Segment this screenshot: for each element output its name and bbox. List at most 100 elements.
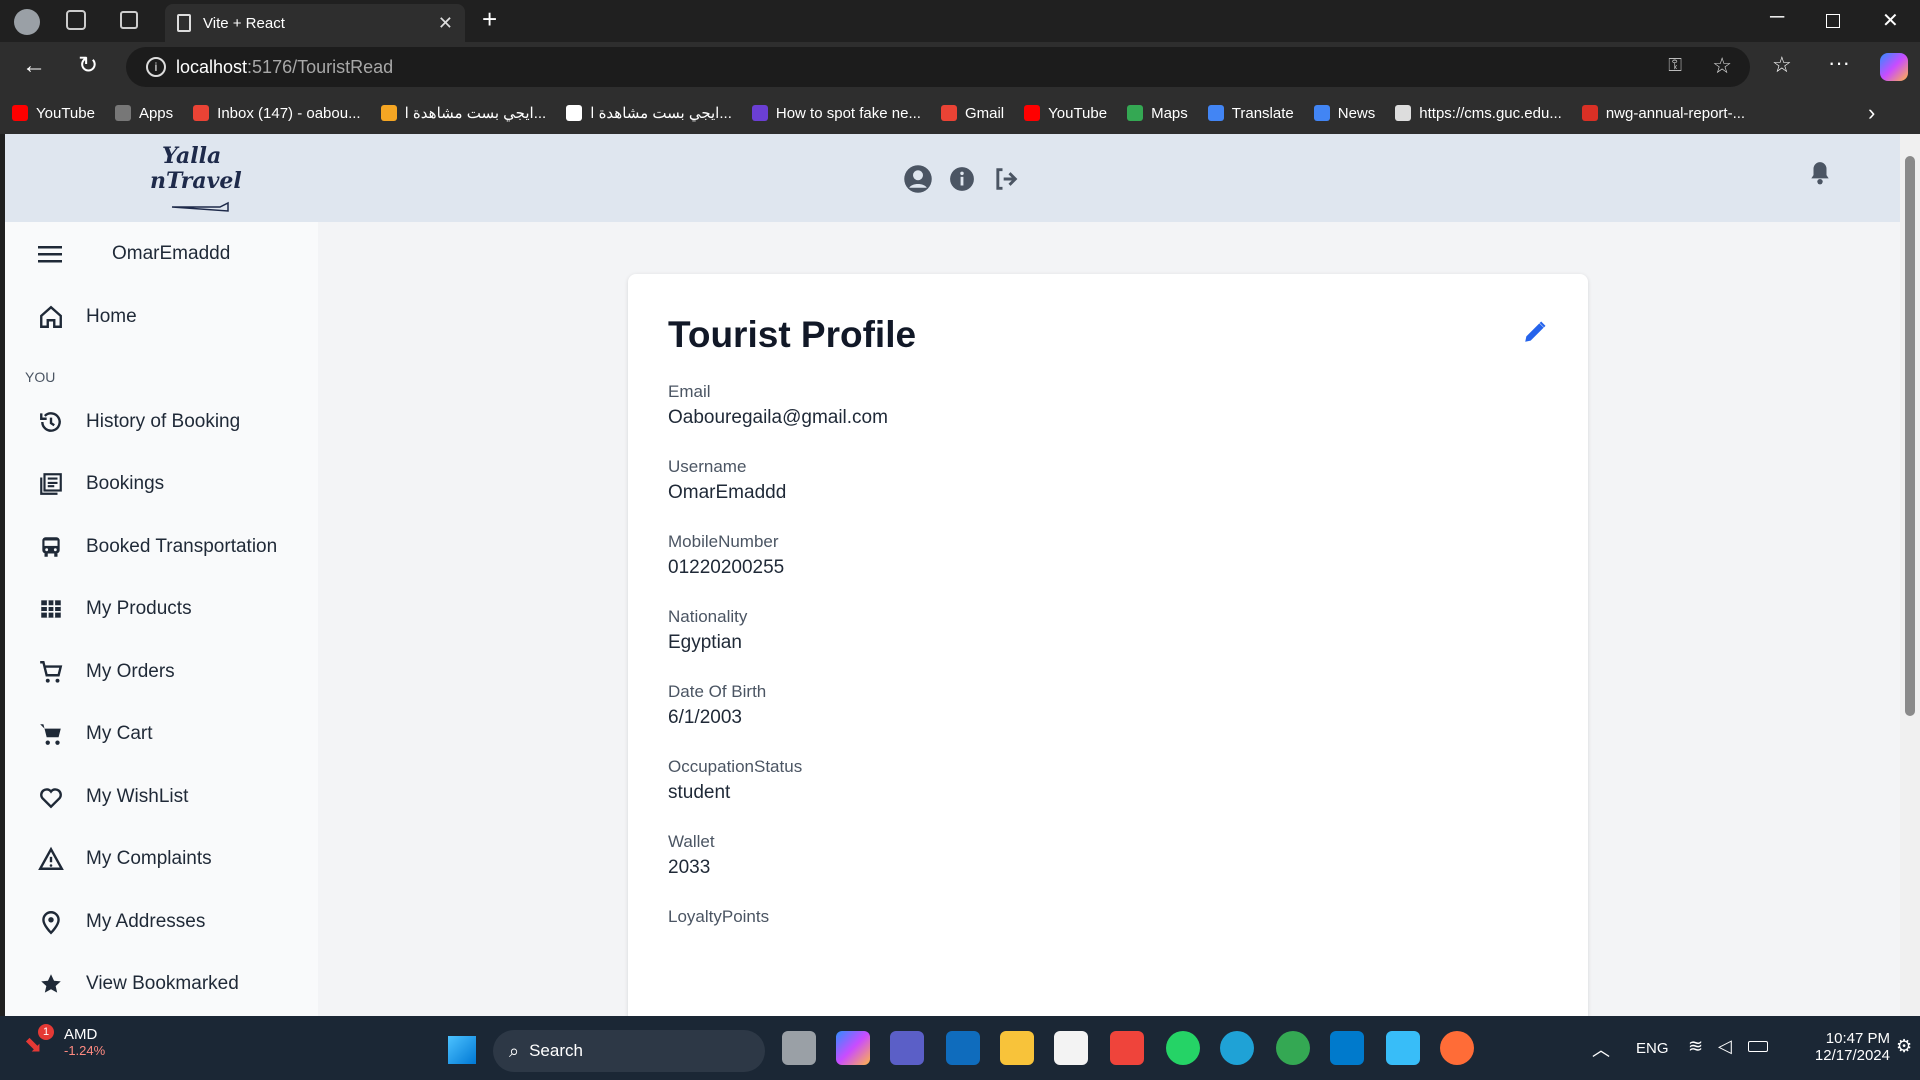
bookmark-item[interactable]: ايجي بست مشاهدة ا...: [380, 104, 546, 122]
taskbar-search[interactable]: ⌕ Search: [493, 1030, 765, 1072]
show-hidden-icons-chevron[interactable]: ︿: [1592, 1036, 1610, 1062]
windows-start-icon[interactable]: [448, 1036, 476, 1064]
sidebar-item-my-complaints[interactable]: My Complaints: [5, 828, 318, 891]
logout-icon[interactable]: [991, 164, 1021, 194]
field-value: 2033: [668, 857, 711, 878]
file-explorer-icon[interactable]: [1000, 1031, 1034, 1065]
url-host: localhost: [176, 56, 248, 77]
browser-toolbar: ← ↻ i localhost:5176/TouristRead ⚿ ☆ ☆ ·…: [0, 42, 1920, 92]
profile-avatar-icon[interactable]: [14, 9, 40, 35]
vscode-icon[interactable]: [1330, 1031, 1364, 1065]
reload-icon[interactable]: ↻: [78, 51, 98, 80]
web-page: Yalla nTravel OmarEmaddd Home YOU Histor…: [5, 134, 1900, 1016]
user-profile-icon[interactable]: [903, 164, 933, 194]
whatsapp-icon[interactable]: [1166, 1031, 1200, 1065]
app-header: Yalla nTravel: [5, 134, 1900, 222]
workspaces-icon[interactable]: [66, 10, 86, 30]
close-tab-icon[interactable]: ✕: [438, 13, 453, 34]
wifi-icon[interactable]: ≋: [1688, 1036, 1703, 1057]
bookmark-item[interactable]: Translate: [1207, 105, 1294, 122]
info-icon[interactable]: [947, 164, 977, 194]
sidebar-item-label: Home: [86, 306, 137, 328]
stock-widget[interactable]: ⬊ 1 AMD -1.24%: [24, 1024, 105, 1058]
close-window-button[interactable]: ✕: [1882, 8, 1899, 33]
profile-fields: Email Oabouregaila@gmail.com Username OmarE…: [668, 382, 1548, 927]
bookmark-item[interactable]: ايجي بست مشاهدة ا...: [566, 104, 732, 122]
favorites-icon[interactable]: ☆: [1772, 52, 1792, 78]
yalla-ntravel-logo[interactable]: Yalla nTravel: [150, 144, 242, 216]
minimize-button[interactable]: ─: [1770, 6, 1784, 29]
bookmark-item[interactable]: Gmail: [940, 105, 1004, 122]
bookmark-item[interactable]: Apps: [114, 104, 174, 122]
volume-icon[interactable]: ◁: [1718, 1036, 1732, 1057]
browser-tab-active[interactable]: Vite + React ✕: [165, 4, 465, 42]
url-path: :5176/TouristRead: [247, 56, 394, 77]
paint-icon[interactable]: [1386, 1031, 1420, 1065]
chrome-icon[interactable]: [1276, 1031, 1310, 1065]
bookmark-favicon-icon: [1127, 105, 1144, 121]
sidebar-item-my-addresses[interactable]: My Addresses: [5, 891, 318, 954]
address-bar[interactable]: i localhost:5176/TouristRead ⚿ ☆: [126, 47, 1750, 87]
anydesk-icon[interactable]: [1110, 1031, 1144, 1065]
bookmark-favicon-icon: [940, 105, 957, 121]
bookmark-item[interactable]: Maps: [1127, 105, 1188, 122]
sidebar-item-booked-transportation[interactable]: Booked Transportation: [5, 516, 318, 579]
notification-bell-icon[interactable]: [1807, 158, 1833, 193]
page-scrollbar[interactable]: [1900, 134, 1920, 1016]
edge-icon[interactable]: [1220, 1031, 1254, 1065]
copilot-icon[interactable]: [1880, 53, 1908, 81]
copilot-app-icon[interactable]: [836, 1031, 870, 1065]
sidebar-item-my-cart[interactable]: My Cart: [5, 703, 318, 766]
key-icon[interactable]: ⚿: [1668, 55, 1682, 76]
tab-title: Vite + React: [203, 14, 285, 32]
bookmark-item[interactable]: How to spot fake ne...: [751, 105, 921, 122]
language-indicator[interactable]: ENG: [1636, 1040, 1669, 1057]
sidebar-item-view-bookmarked[interactable]: View Bookmarked: [5, 953, 318, 1016]
sidebar-item-label: View Bookmarked: [86, 973, 239, 995]
teams-icon[interactable]: [890, 1031, 924, 1065]
bookmark-item[interactable]: YouTube: [12, 105, 95, 122]
bookmark-item[interactable]: nwg-annual-report-...: [1581, 105, 1745, 122]
site-info-icon[interactable]: i: [146, 57, 166, 77]
edit-pencil-icon[interactable]: [1522, 319, 1548, 350]
bookmark-label: Apps: [138, 104, 174, 122]
field-label: Wallet: [668, 832, 715, 851]
sidebar-item-my-orders[interactable]: My Orders: [5, 641, 318, 704]
sidebar-item-home[interactable]: Home: [5, 286, 318, 349]
postman-icon[interactable]: [1440, 1031, 1474, 1065]
sidebar-item-my-products[interactable]: My Products: [5, 578, 318, 641]
sidebar-section-you: YOU: [25, 368, 56, 385]
notifications-icon[interactable]: ⚙: [1896, 1036, 1912, 1057]
home-icon: [40, 305, 62, 329]
bookmark-item[interactable]: https://cms.guc.edu...: [1395, 105, 1562, 122]
sidebar-item-my-wishlist[interactable]: My WishList: [5, 766, 318, 829]
hamburger-menu-icon[interactable]: [38, 244, 62, 264]
clock[interactable]: 10:47 PM 12/17/2024: [1792, 1030, 1890, 1064]
profile-field-username: Username OmarEmaddd: [668, 457, 1548, 504]
bookmark-favicon-icon: [566, 105, 583, 121]
microsoft-store-icon[interactable]: [1054, 1031, 1088, 1065]
bookmark-item[interactable]: YouTube: [1024, 105, 1107, 122]
field-label: Nationality: [668, 607, 748, 626]
battery-icon[interactable]: [1748, 1041, 1768, 1052]
restore-button[interactable]: [1826, 14, 1840, 28]
page-title: Tourist Profile: [668, 314, 917, 355]
bookmarks-more-chevron-icon[interactable]: ›: [1868, 100, 1875, 126]
bookmark-item[interactable]: News: [1313, 104, 1376, 122]
profile-field-wallet: Wallet 2033: [668, 832, 1548, 879]
bookmark-item[interactable]: Inbox (147) - oabou...: [193, 105, 361, 122]
header-icons: [903, 164, 1021, 194]
new-tab-button[interactable]: +: [482, 4, 497, 35]
sidebar-item-bookings[interactable]: Bookings: [5, 453, 318, 516]
bookmark-label: News: [1337, 104, 1376, 122]
favorite-star-icon[interactable]: ☆: [1712, 53, 1732, 79]
more-menu-icon[interactable]: ···: [1828, 50, 1850, 76]
scrollbar-thumb[interactable]: [1905, 156, 1915, 716]
sidebar-item-history-of-booking[interactable]: History of Booking: [5, 391, 318, 454]
back-icon[interactable]: ←: [22, 52, 46, 80]
tourist-profile-card: Tourist Profile Email Oabouregaila@gmail.…: [628, 274, 1588, 1016]
task-view-icon[interactable]: [782, 1031, 816, 1065]
vertical-tabs-icon[interactable]: [120, 11, 138, 29]
field-value: 01220200255: [668, 557, 785, 578]
outlook-icon[interactable]: [946, 1031, 980, 1065]
